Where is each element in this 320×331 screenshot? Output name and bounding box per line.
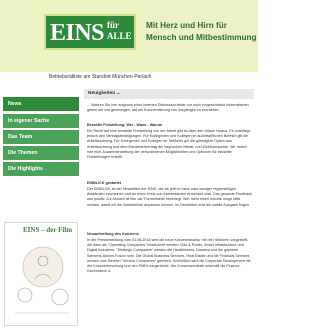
eins-logo[interactable]: EINS für ALLE — [44, 14, 136, 50]
logo-sub-line1: für — [107, 20, 119, 30]
main-header: Neuigkeiten ... — [84, 89, 254, 99]
page: EINS für ALLE Mit Herz und Hirn für Mens… — [0, 0, 258, 331]
section-text-konzern: In der Pressemeldung vom 01.08.2018 wird… — [87, 238, 251, 274]
sidebar-item-news[interactable]: News — [3, 97, 79, 111]
subtitle-text: Betriebsrätliste am Standort München-Per… — [49, 74, 152, 80]
subtitle-strip: Betriebsrätliste am Standort München-Per… — [0, 72, 258, 86]
film-box[interactable]: EINS – der Film — [4, 222, 78, 326]
sidebar-item-das-team[interactable]: Das Team — [3, 130, 79, 144]
claim-line1: Mit Herz und Hirn für — [146, 21, 227, 30]
sidebar: News In eigener Sache Das Team Die Theme… — [0, 89, 80, 331]
logo-sub-text: für ALLE — [107, 20, 132, 42]
sidebar-item-in-eigener-sache[interactable]: In eigener Sache — [3, 114, 79, 128]
banner-claim: Mit Herz und Hirn für Mensch und Mitbest… — [146, 20, 257, 44]
film-title: EINS – der Film — [23, 226, 73, 234]
logo-sub-line2: ALLE — [107, 31, 132, 41]
main-content: Neuigkeiten ... ... Wahren Sie hier aufg… — [84, 89, 258, 331]
sidebar-item-die-highlights[interactable]: Die Highlights — [3, 162, 79, 176]
logo-main-text: EINS — [50, 20, 105, 46]
section-title-freistellung[interactable]: Bezahlte Freistellung: Wer - Wann - Waru… — [87, 123, 253, 128]
header-banner: EINS für ALLE Mit Herz und Hirn für Mens… — [0, 0, 258, 72]
section-title-einblick[interactable]: EINBLICK gestartet — [87, 181, 253, 186]
section-text-freistellung: Ein Recht auf eine bezahlte Freistellung… — [87, 129, 250, 160]
film-illustration — [15, 246, 69, 314]
claim-line2: Mensch und Mitbestimmung — [146, 33, 257, 42]
sidebar-item-die-themen[interactable]: Die Themen — [3, 146, 79, 160]
main-header-title: Neuigkeiten ... — [88, 91, 121, 96]
section-text-einblick: Der EINBLICK ist der Newsletter der EINS… — [87, 187, 253, 207]
section-title-konzern[interactable]: Neuaufstellung des Konzerns — [87, 232, 253, 237]
intro-text: ... Wahren Sie hier aufgrund einer Inter… — [87, 103, 249, 113]
